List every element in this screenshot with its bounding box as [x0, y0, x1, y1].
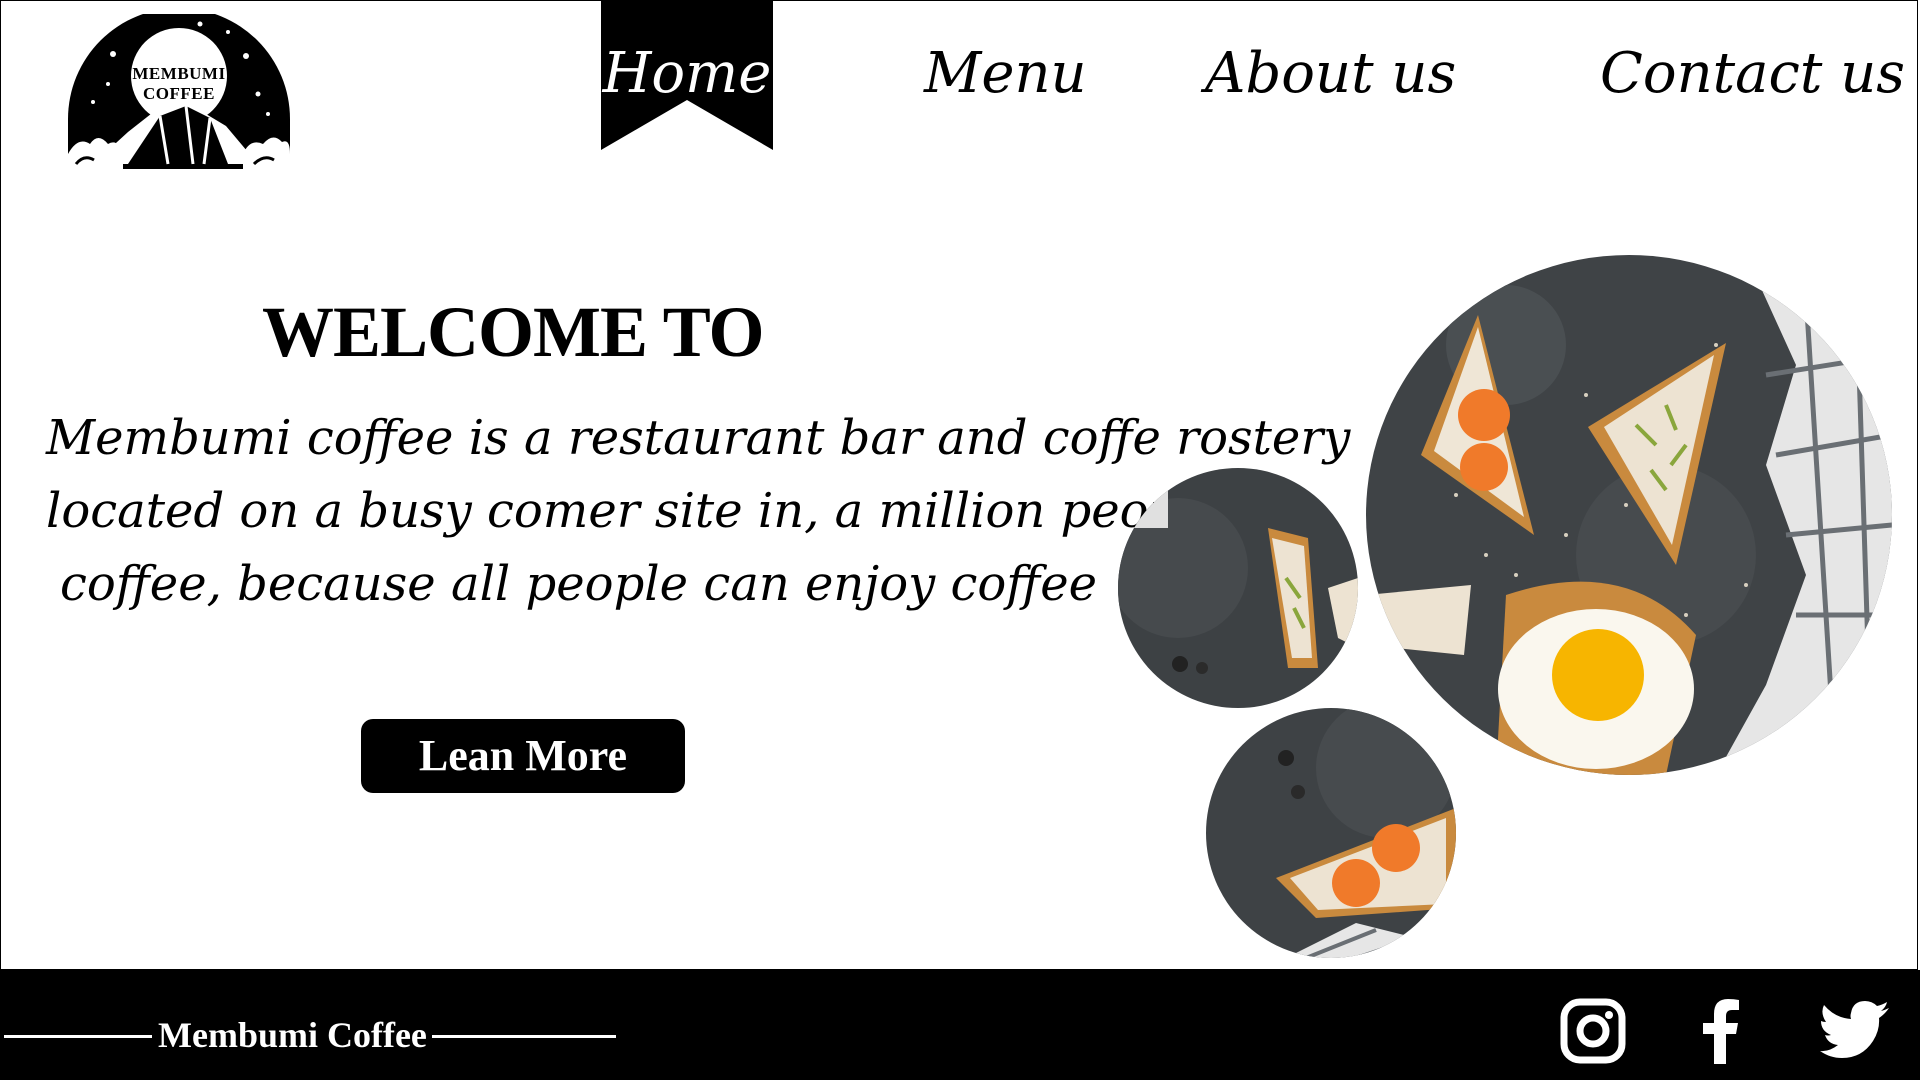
- facebook-icon[interactable]: [1700, 998, 1740, 1069]
- logo-text-line2: COFFEE: [143, 84, 215, 103]
- hero-description-line-1: Membumi coffee is a restaurant bar and c…: [46, 410, 1351, 466]
- nav-contact-us[interactable]: Contact us: [1600, 36, 1905, 112]
- footer-brand-name: Membumi Coffee: [158, 1015, 427, 1055]
- footer-divider-left: [4, 1035, 152, 1038]
- hero-description-line-2: located on a busy comer site in, a milli…: [46, 483, 1261, 539]
- brand-logo[interactable]: MEMBUMI COFFEE: [68, 14, 290, 169]
- food-image-small-2: [1206, 708, 1456, 958]
- instagram-icon[interactable]: [1560, 998, 1626, 1069]
- nav-home[interactable]: Home: [601, 36, 773, 112]
- food-image-small-1: [1118, 468, 1358, 708]
- learn-more-button[interactable]: Lean More: [361, 719, 685, 793]
- twitter-icon[interactable]: [1820, 998, 1890, 1069]
- hero-description: Membumi coffee is a restaurant bar and c…: [46, 402, 1351, 621]
- logo-text-line1: MEMBUMI: [132, 64, 226, 83]
- nav-menu[interactable]: Menu: [924, 36, 1087, 112]
- welcome-heading: WELCOME TO: [262, 292, 764, 372]
- hero-description-line-3: coffee, because all people can enjoy cof…: [60, 556, 1098, 612]
- nav-about-us[interactable]: About us: [1205, 36, 1456, 112]
- food-image-large: [1366, 255, 1892, 775]
- footer-divider-right: [432, 1035, 616, 1038]
